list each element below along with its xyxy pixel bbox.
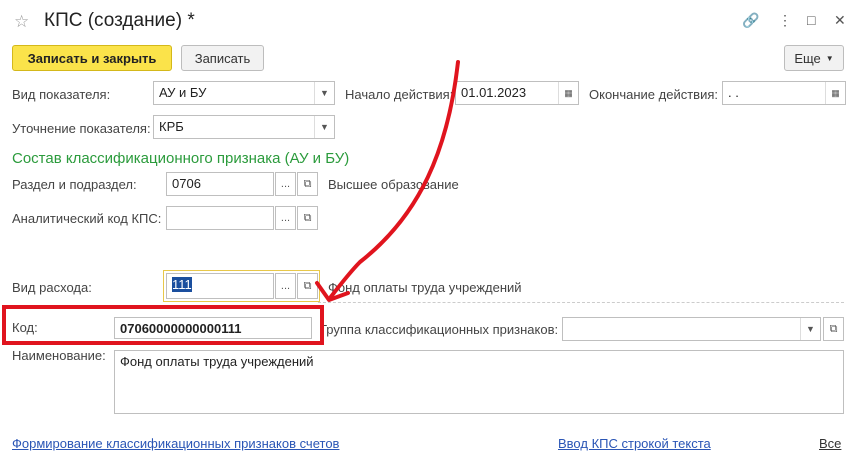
annotation-arrow	[328, 60, 460, 300]
annotation-arrow-head	[315, 281, 350, 302]
annotation-overlay	[2, 60, 460, 345]
annotation-highlight-box	[2, 305, 324, 345]
